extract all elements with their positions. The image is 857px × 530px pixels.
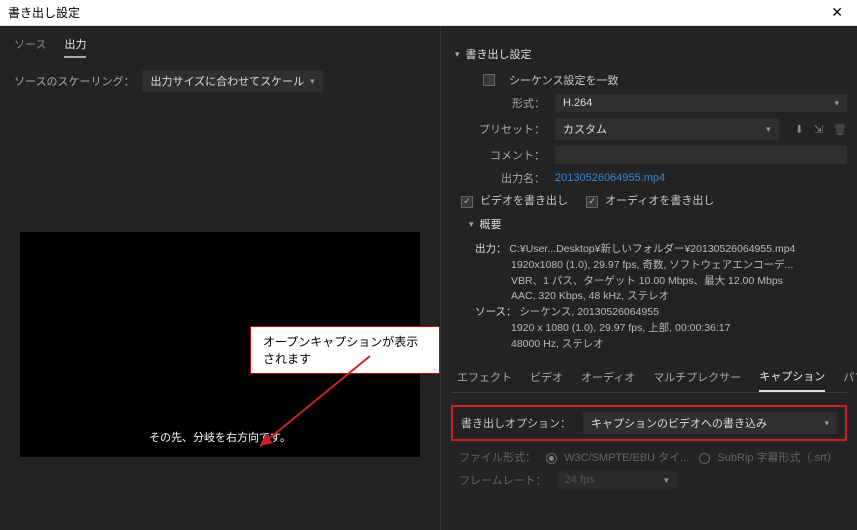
subtab-publish[interactable]: パブ bbox=[843, 369, 857, 391]
tab-output[interactable]: 出力 bbox=[64, 36, 86, 58]
format-select[interactable]: H.264 ▾ bbox=[555, 94, 847, 112]
chevron-down-icon: ▾ bbox=[766, 124, 771, 135]
tab-source[interactable]: ソース bbox=[14, 36, 46, 58]
window-title: 書き出し設定 bbox=[8, 4, 80, 21]
summary-output-path: C:¥User...Desktop¥新しいフォルダー¥2013052606495… bbox=[509, 243, 795, 255]
export-option-highlight: 書き出しオプション： キャプションのビデオへの書き込み ▾ bbox=[451, 405, 847, 441]
framerate-label: フレームレート： bbox=[459, 472, 547, 488]
export-settings-title: 書き出し設定 bbox=[466, 46, 532, 62]
export-video-checkbox[interactable] bbox=[461, 196, 473, 208]
subtab-caption[interactable]: キャプション bbox=[759, 368, 825, 392]
import-preset-icon[interactable]: ⇲ bbox=[814, 123, 823, 136]
close-icon[interactable]: ✕ bbox=[825, 4, 849, 21]
framerate-value: 24 fps bbox=[565, 474, 595, 486]
chevron-down-icon: ▾ bbox=[824, 418, 829, 429]
subtab-mux[interactable]: マルチプレクサー bbox=[653, 369, 741, 391]
file-format-opt2: SubRip 字幕形式（.srt） bbox=[717, 452, 837, 464]
file-format-label: ファイル形式： bbox=[459, 449, 536, 465]
file-format-opt1: W3C/SMPTE/EBU タイ... bbox=[564, 452, 689, 464]
summary-source-line1: シーケンス, 20130526064955 bbox=[519, 306, 659, 318]
preset-select[interactable]: カスタム ▾ bbox=[555, 118, 779, 140]
subtab-effects[interactable]: エフェクト bbox=[457, 369, 512, 391]
summary-output-line2: 1920x1080 (1.0), 29.97 fps, 奇数, ソフトウェアエン… bbox=[511, 258, 847, 274]
file-format-radio-w3c bbox=[546, 453, 557, 464]
file-format-radio-srt bbox=[699, 453, 710, 464]
export-option-value: キャプションのビデオへの書き込み bbox=[591, 415, 767, 431]
chevron-down-icon: ▾ bbox=[664, 475, 669, 486]
match-sequence-label: シーケンス設定を一致 bbox=[509, 72, 618, 88]
export-option-label: 書き出しオプション： bbox=[461, 415, 571, 431]
subtab-audio[interactable]: オーディオ bbox=[581, 369, 635, 391]
export-option-select[interactable]: キャプションのビデオへの書き込み ▾ bbox=[583, 412, 837, 434]
summary-output-label: 出力： bbox=[475, 243, 507, 255]
subtab-video[interactable]: ビデオ bbox=[530, 369, 563, 391]
match-sequence-checkbox[interactable] bbox=[483, 74, 495, 86]
preset-label: プリセット： bbox=[475, 121, 545, 137]
output-name-label: 出力名： bbox=[475, 170, 545, 186]
chevron-down-icon[interactable]: ▾ bbox=[469, 219, 474, 230]
export-video-label: ビデオを書き出し bbox=[480, 195, 568, 207]
summary-output-line4: AAC, 320 Kbps, 48 kHz, ステレオ bbox=[511, 289, 847, 305]
scaling-value: 出力サイズに合わせてスケール bbox=[150, 73, 304, 89]
format-label: 形式： bbox=[475, 95, 545, 111]
open-caption-text: その先、分岐を右方向です。 bbox=[20, 429, 420, 445]
preset-value: カスタム bbox=[563, 121, 607, 137]
framerate-select: 24 fps ▾ bbox=[557, 471, 677, 489]
summary-source-line2: 1920 x 1080 (1.0), 29.97 fps, 上部, 00:00:… bbox=[511, 321, 847, 337]
summary-source-line3: 48000 Hz, ステレオ bbox=[511, 337, 847, 353]
format-value: H.264 bbox=[563, 97, 592, 109]
summary-output-line3: VBR、1 パス、ターゲット 10.00 Mbps、最大 12.00 Mbps bbox=[511, 274, 847, 290]
annotation-tooltip: オープンキャプションが表示されます bbox=[250, 326, 440, 374]
chevron-down-icon: ▾ bbox=[310, 76, 315, 87]
summary-title: 概要 bbox=[480, 216, 502, 232]
comments-input[interactable] bbox=[555, 146, 847, 164]
delete-preset-icon[interactable]: 🗑 bbox=[833, 123, 847, 136]
output-name-link[interactable]: 20130526064955.mp4 bbox=[555, 172, 665, 184]
scaling-select[interactable]: 出力サイズに合わせてスケール ▾ bbox=[142, 70, 322, 92]
save-preset-icon[interactable]: ⬇ bbox=[795, 123, 804, 136]
chevron-down-icon[interactable]: ▾ bbox=[455, 49, 460, 60]
scaling-label: ソースのスケーリング： bbox=[14, 73, 134, 89]
export-audio-label: オーディオを書き出し bbox=[605, 195, 714, 207]
summary-source-label: ソース： bbox=[475, 306, 516, 318]
comments-label: コメント： bbox=[475, 147, 545, 163]
export-audio-checkbox[interactable] bbox=[586, 196, 598, 208]
chevron-down-icon: ▾ bbox=[834, 98, 839, 109]
